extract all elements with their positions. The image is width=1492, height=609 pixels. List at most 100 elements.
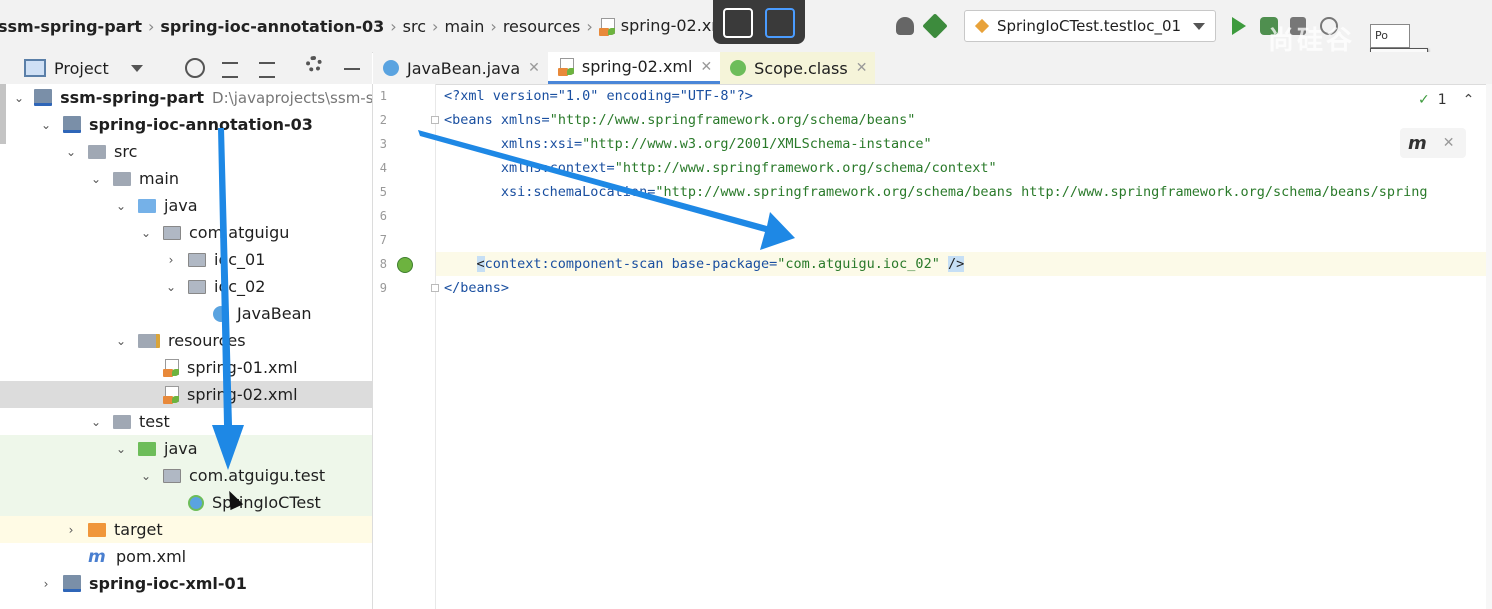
editor-tab[interactable]: JavaBean.java ✕ [373,52,548,84]
tree-item-label: spring-ioc-xml-01 [89,574,247,593]
editor-scrollbar[interactable] [1486,84,1492,609]
chevron-down-icon[interactable]: ⌄ [64,145,78,159]
line-number: 7 [379,233,387,247]
tree-item[interactable]: m pom.xml [0,543,372,570]
tree-item[interactable]: ⌄ spring-ioc-annotation-03 [0,111,372,138]
tree-scrollbar[interactable] [0,84,6,144]
code-token: "http://www.springframework.org/schema/c… [614,160,997,176]
chevron-right-icon[interactable]: › [39,577,53,591]
module-icon [34,89,53,106]
line-number: 5 [379,185,387,199]
tree-item-label: com.atguigu.test [189,466,326,485]
breadcrumb: ssm-spring-part › spring-ioc-annotation-03… [0,0,737,52]
check-icon: ✓ [1418,92,1430,108]
folder-icon [113,414,131,429]
spring-bean-icon[interactable] [397,257,413,273]
tree-item[interactable]: ⌄ ioc_02 [0,273,372,300]
tree-item-label: com.atguigu [189,223,290,242]
run-play-icon[interactable] [1232,17,1246,35]
editor-tabs: JavaBean.java ✕ spring-02.xml ✕ Scope.class ✕ [373,52,1492,85]
expand-all-icon[interactable] [222,62,238,78]
chevron-right-icon[interactable]: › [64,523,78,537]
close-icon[interactable]: ✕ [856,60,868,76]
java-folder-icon [138,198,156,213]
tree-item-label: spring-ioc-annotation-03 [89,115,313,134]
collapse-all-icon[interactable] [259,62,275,78]
breadcrumb-label: ssm-spring-part [0,16,142,36]
chevron-down-icon[interactable]: ⌄ [114,199,128,213]
editor-tab[interactable]: spring-02.xml ✕ [547,52,721,84]
package-icon [188,252,206,267]
chevron-down-icon[interactable]: ⌄ [89,172,103,186]
tree-item[interactable]: › target [0,516,372,543]
tree-item[interactable]: ⌄ com.atguigu [0,219,372,246]
code-token: "http://www.springframework.org/schema/b… [655,184,1428,200]
breadcrumb-item[interactable]: spring-ioc-annotation-03 [154,17,390,36]
locate-file-icon[interactable] [185,58,205,78]
breadcrumb-label: src [402,16,427,36]
tree-item[interactable]: › ioc_01 [0,246,372,273]
chevron-down-icon[interactable]: ⌄ [14,91,24,105]
close-icon[interactable]: ✕ [1443,135,1455,151]
tree-item[interactable]: SpringIoCTest [0,489,372,516]
code-editor[interactable]: <?xml version="1.0" encoding="UTF-8"?> <b… [436,84,1492,609]
tree-item[interactable]: › spring-ioc-xml-01 [0,570,372,597]
tree-item-label: resources [168,331,246,350]
tree-item[interactable]: JavaBean [0,300,372,327]
build-hammer-icon[interactable] [922,13,948,39]
code-line: <beans xmlns="http://www.springframework… [444,108,915,132]
project-panel-title[interactable]: Project [54,59,109,78]
video-record-icon[interactable] [765,8,795,38]
tree-item[interactable]: ⌄ main [0,165,372,192]
tree-item-label: pom.xml [116,547,187,566]
screen-capture-icon[interactable] [723,8,753,38]
code-line: xmlns:context="http://www.springframewor… [444,156,997,180]
breadcrumb-item[interactable]: resources [497,17,587,36]
tree-item[interactable]: ⌄ resources [0,327,372,354]
close-icon[interactable]: ✕ [700,59,712,75]
tree-item[interactable]: ⌄ ssm-spring-part D:\javaprojects\ssm-spri [0,84,372,111]
chevron-down-icon[interactable]: ⌄ [114,442,128,456]
tree-item[interactable]: spring-01.xml [0,354,372,381]
inspection-widget[interactable]: ✓ 1 ⌃ [1418,92,1474,108]
chevron-down-icon[interactable] [130,64,143,72]
project-panel-header: Project [0,52,372,85]
chevron-down-icon[interactable]: ⌄ [89,415,103,429]
chevron-down-icon[interactable]: ⌄ [114,334,128,348]
tree-item[interactable]: ⌄ java [0,435,372,462]
chevron-up-icon[interactable]: ⌃ [1463,92,1475,108]
gear-icon[interactable] [306,56,322,72]
code-line: <context:component-scan base-package="co… [436,252,1492,276]
maven-icon: m [88,546,106,567]
chevron-down-icon[interactable]: ⌄ [139,226,153,240]
tree-item[interactable]: ⌄ java [0,192,372,219]
tree-item[interactable]: ⌄ src [0,138,372,165]
editor-tab[interactable]: Scope.class ✕ [720,52,876,84]
hide-panel-icon[interactable] [344,68,360,70]
tree-item[interactable]: ⌄ test [0,408,372,435]
tree-item[interactable]: ⌄ com.atguigu.test [0,462,372,489]
chevron-down-icon[interactable]: ⌄ [139,469,153,483]
tree-item-label: JavaBean [237,304,312,323]
code-line: xsi:schemaLocation="http://www.springfra… [444,180,1428,204]
editor-tab-label: spring-02.xml [581,57,693,76]
xml-file-icon [598,17,615,36]
chevron-down-icon[interactable]: ⌄ [164,280,178,294]
tree-item[interactable]: spring-02.xml [0,381,372,408]
chevron-down-icon[interactable]: ⌄ [39,118,53,132]
breadcrumb-item[interactable]: ssm-spring-part [0,17,148,36]
code-token: xsi:schemaLocation= [444,184,656,200]
user-icon[interactable] [896,17,914,35]
java-class-icon [383,60,399,76]
breadcrumb-item[interactable]: main [438,17,490,36]
close-icon[interactable]: ✕ [528,60,540,76]
line-number: 3 [379,137,387,151]
maven-reload-icon[interactable]: m [1408,133,1427,154]
inspection-count: 1 [1437,92,1447,108]
chevron-right-icon[interactable]: › [164,253,178,267]
module-icon [63,575,81,592]
project-tree: ⌄ ssm-spring-part D:\javaprojects\ssm-spri… [0,84,373,609]
breadcrumb-item[interactable]: src [397,17,432,36]
run-configuration-dropdown[interactable]: SpringIoCTest.testIoc_01 [964,10,1216,42]
